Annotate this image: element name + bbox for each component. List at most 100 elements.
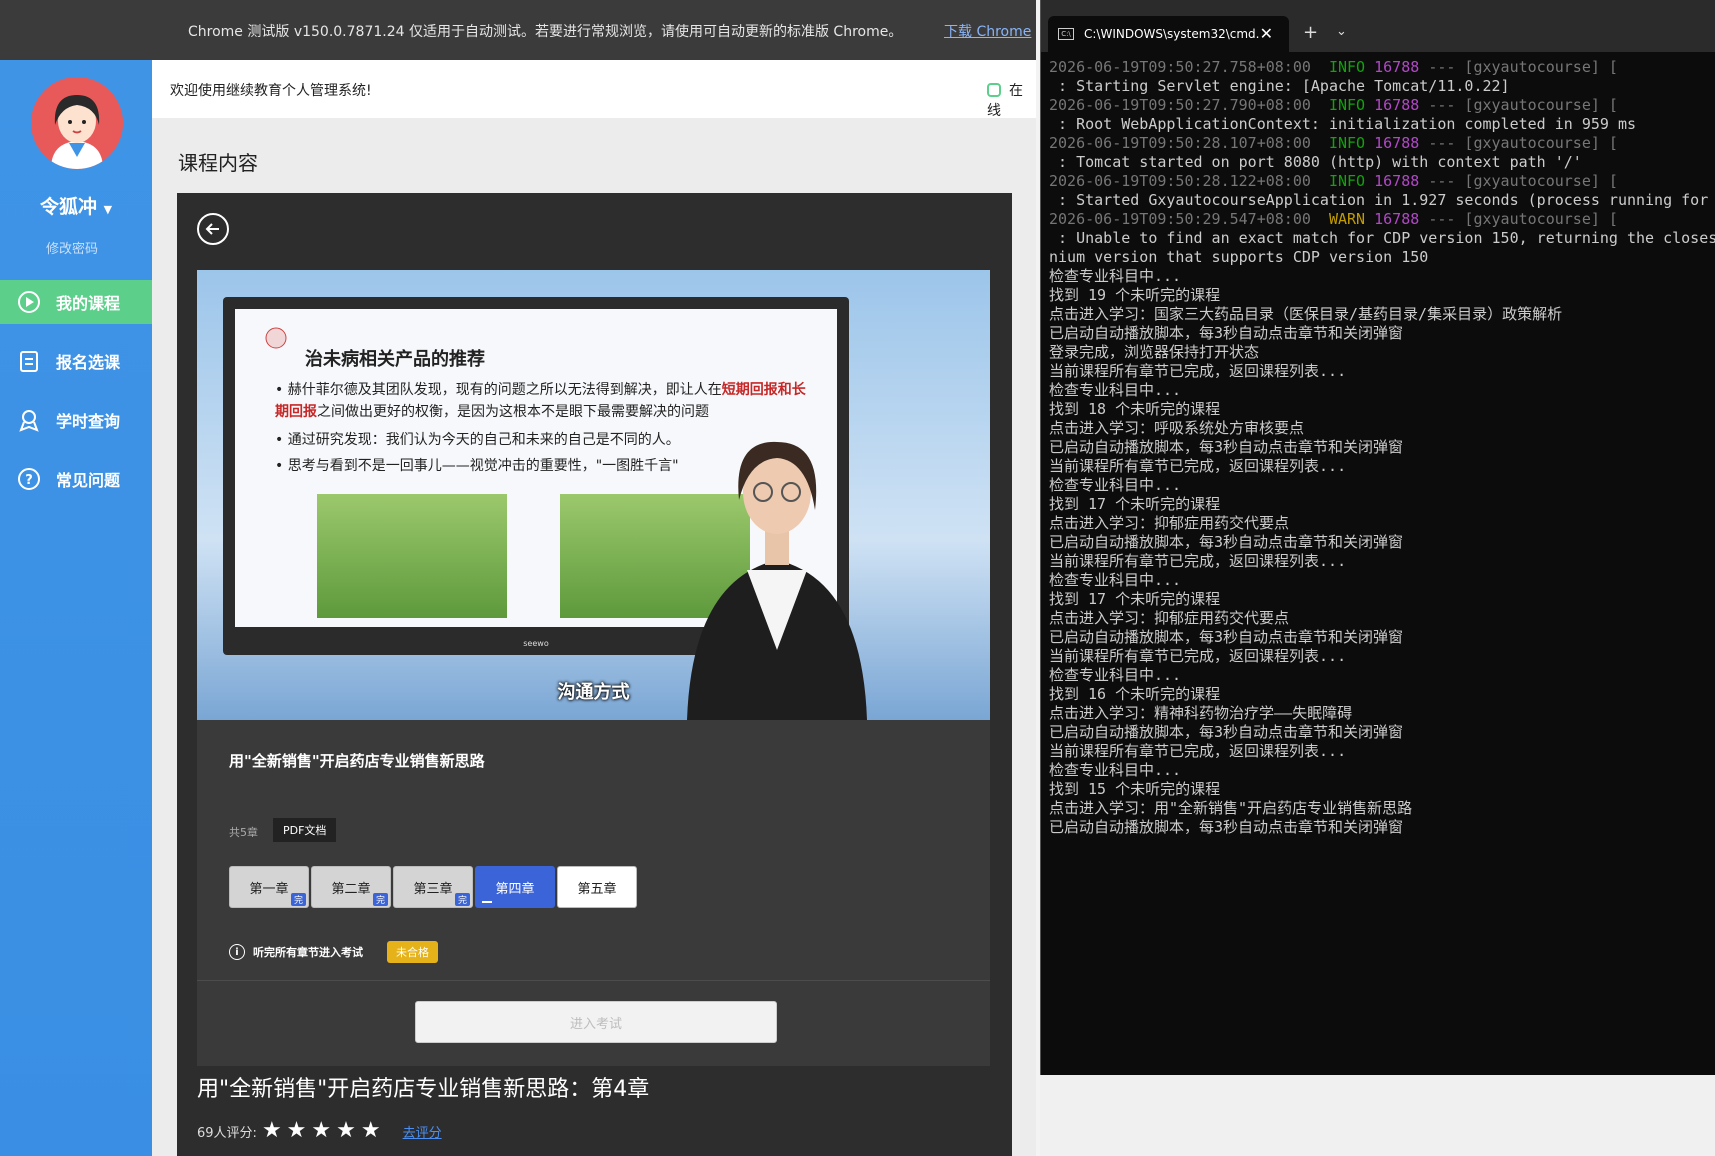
- completed-badge: 完: [372, 893, 388, 906]
- svg-text:?: ?: [25, 473, 33, 488]
- console-line: 找到 17 个未听完的课程: [1049, 590, 1221, 608]
- console-line: 点击进入学习：抑郁症用药交代要点: [1049, 609, 1290, 627]
- console-line: 点击进入学习：抑郁症用药交代要点: [1049, 514, 1290, 532]
- chapter-title: 用"全新销售"开启药店专业销售新思路：第4章: [197, 1077, 650, 1102]
- terminal-tab[interactable]: C:\ C:\WINDOWS\system32\cmd. ✕: [1048, 16, 1289, 52]
- log-message: : Tomcat started on port 8080 (http) wit…: [1049, 153, 1582, 171]
- exam-hint: i 听完所有章节进入考试: [229, 944, 363, 960]
- change-password-link[interactable]: 修改密码: [0, 238, 144, 257]
- console-line: 当前课程所有章节已完成，返回课程列表...: [1049, 552, 1347, 570]
- console-output[interactable]: 2026-06-19T09:50:27.758+08:00 INFO 16788…: [1049, 58, 1715, 837]
- course-title: 用"全新销售"开启药店专业销售新思路: [229, 752, 485, 770]
- console-line: 当前课程所有章节已完成，返回课程列表...: [1049, 742, 1347, 760]
- terminal-tab-title: C:\WINDOWS\system32\cmd.: [1084, 27, 1260, 41]
- console-line: 检查专业科目中...: [1049, 267, 1182, 285]
- console-line: 当前课程所有章节已完成，返回课程列表...: [1049, 457, 1347, 475]
- chapter-count: 共5章: [229, 826, 258, 839]
- log-pid: 16788: [1374, 58, 1429, 76]
- chapter-button-2[interactable]: 第二章完: [311, 866, 391, 908]
- nav-label: 我的课程: [56, 294, 121, 313]
- username: 令狐冲: [39, 196, 97, 218]
- star-icon: ★: [311, 1118, 332, 1143]
- nav-faq[interactable]: ? 常见问题: [0, 457, 158, 501]
- chat-icon: [987, 83, 1001, 97]
- presenter-figure: [687, 441, 867, 720]
- console-line: 点击进入学习：精神科药物治疗学——失眠障碍: [1049, 704, 1353, 722]
- console-line: 找到 18 个未听完的课程: [1049, 400, 1221, 418]
- console-line: 登录完成，浏览器保持打开状态: [1049, 343, 1260, 361]
- log-level: INFO: [1328, 172, 1375, 190]
- nav-hours-query[interactable]: 学时查询: [0, 398, 158, 442]
- nav-my-courses[interactable]: 我的课程: [0, 280, 158, 324]
- console-line: nium version that supports CDP version 1…: [1049, 248, 1429, 266]
- log-line: 2026-06-19T09:50:28.122+08:00 INFO 16788…: [1049, 172, 1715, 191]
- log-thread: --- [gxyautocourse] [: [1428, 210, 1618, 228]
- video-subtitle: 沟通方式: [557, 682, 630, 703]
- enter-exam-button[interactable]: 进入考试: [415, 1001, 777, 1043]
- pdf-doc-badge[interactable]: PDF文档: [273, 818, 337, 842]
- log-pid: 16788: [1374, 96, 1429, 114]
- username-menu[interactable]: 令狐冲 ▼: [0, 192, 152, 219]
- log-pid: 16788: [1374, 134, 1429, 152]
- console-line: 已启动自动播放脚本，每3秒自动点击章节和关闭弹窗: [1049, 818, 1404, 836]
- rate-link[interactable]: 去评分: [403, 1122, 442, 1141]
- exam-status-badge: 未合格: [387, 941, 438, 963]
- log-message: : Started GxyautocourseApplication in 1.…: [1049, 191, 1709, 209]
- close-tab-icon[interactable]: ✕: [1260, 24, 1273, 43]
- back-button[interactable]: [197, 213, 229, 245]
- log-level: INFO: [1328, 58, 1375, 76]
- console-line: 检查专业科目中...: [1049, 476, 1182, 494]
- log-thread: --- [gxyautocourse] [: [1428, 58, 1618, 76]
- console-line: 找到 17 个未听完的课程: [1049, 495, 1221, 513]
- log-timestamp: 2026-06-19T09:50:27.758+08:00: [1049, 58, 1329, 76]
- chapter-button-5[interactable]: 第五章: [557, 866, 637, 908]
- log-line: 2026-06-19T09:50:27.758+08:00 INFO 16788…: [1049, 58, 1715, 77]
- log-message: : Starting Servlet engine: [Apache Tomca…: [1049, 77, 1510, 95]
- online-status[interactable]: 在线: [987, 80, 1036, 120]
- chapter-button-4[interactable]: 第四章: [475, 866, 555, 908]
- console-line: 点击进入学习：呼吸系统处方审核要点: [1049, 419, 1305, 437]
- console-line: 已启动自动播放脚本，每3秒自动点击章节和关闭弹窗: [1049, 324, 1404, 342]
- video-player[interactable]: 治未病相关产品的推荐 • 赫什菲尔德及其团队发现，现有的问题之所以无法得到解决，…: [197, 270, 990, 720]
- log-thread: --- [gxyautocourse] [: [1428, 96, 1618, 114]
- playing-bars-icon: [482, 895, 492, 903]
- log-level: INFO: [1328, 134, 1375, 152]
- chevron-down-icon[interactable]: ⌄: [1336, 24, 1347, 39]
- section-title: 课程内容: [178, 151, 258, 175]
- console-line: 已启动自动播放脚本，每3秒自动点击章节和关闭弹窗: [1049, 438, 1404, 456]
- console-line: 点击进入学习：国家三大药品目录（医保目录/基药目录/集采目录）政策解析: [1049, 305, 1563, 323]
- console-line: 找到 15 个未听完的课程: [1049, 780, 1221, 798]
- award-icon: [19, 410, 39, 432]
- console-line: 找到 19 个未听完的课程: [1049, 286, 1221, 304]
- slide-photo-cycling: [317, 494, 507, 618]
- log-line: 2026-06-19T09:50:27.790+08:00 INFO 16788…: [1049, 96, 1715, 115]
- log-line: 2026-06-19T09:50:29.547+08:00 WARN 16788…: [1049, 210, 1715, 229]
- log-thread: --- [gxyautocourse] [: [1428, 172, 1618, 190]
- log-timestamp: 2026-06-19T09:50:28.122+08:00: [1049, 172, 1329, 190]
- console-line: 已启动自动播放脚本，每3秒自动点击章节和关闭弹窗: [1049, 628, 1404, 646]
- welcome-text: 欢迎使用继续教育个人管理系统!: [170, 83, 372, 99]
- slide-logo-icon: [265, 327, 287, 349]
- console-line: 点击进入学习：用"全新销售"开启药店专业销售新思路: [1049, 799, 1413, 817]
- cmd-icon: C:\: [1058, 28, 1074, 40]
- new-tab-icon[interactable]: +: [1303, 22, 1318, 43]
- chrome-test-infobar: Chrome 测试版 v150.0.7871.24 仅适用于自动测试。若要进行常…: [0, 0, 1036, 60]
- log-line: 2026-06-19T09:50:28.107+08:00 INFO 16788…: [1049, 134, 1715, 153]
- completed-badge: 完: [454, 893, 470, 906]
- chapter-button-3[interactable]: 第三章完: [393, 866, 473, 908]
- star-icon: ★: [261, 1118, 282, 1143]
- avatar[interactable]: [31, 77, 123, 169]
- welcome-bar: 欢迎使用继续教育个人管理系统! 在线: [152, 60, 1036, 120]
- star-icon: ★: [286, 1118, 307, 1143]
- download-chrome-link[interactable]: 下载 Chrome: [944, 21, 1031, 41]
- chapter-button-1[interactable]: 第一章完: [229, 866, 309, 908]
- log-level: WARN: [1328, 210, 1375, 228]
- infobar-message: Chrome 测试版 v150.0.7871.24 仅适用于自动测试。若要进行常…: [188, 24, 903, 40]
- console-line: 已启动自动播放脚本，每3秒自动点击章节和关闭弹窗: [1049, 723, 1404, 741]
- star-icon: ★: [360, 1118, 381, 1143]
- log-timestamp: 2026-06-19T09:50:29.547+08:00: [1049, 210, 1329, 228]
- nav-course-enroll[interactable]: 报名选课: [0, 339, 158, 383]
- console-line: 当前课程所有章节已完成，返回课程列表...: [1049, 647, 1347, 665]
- info-icon: i: [229, 944, 245, 960]
- completed-badge: 完: [290, 893, 306, 906]
